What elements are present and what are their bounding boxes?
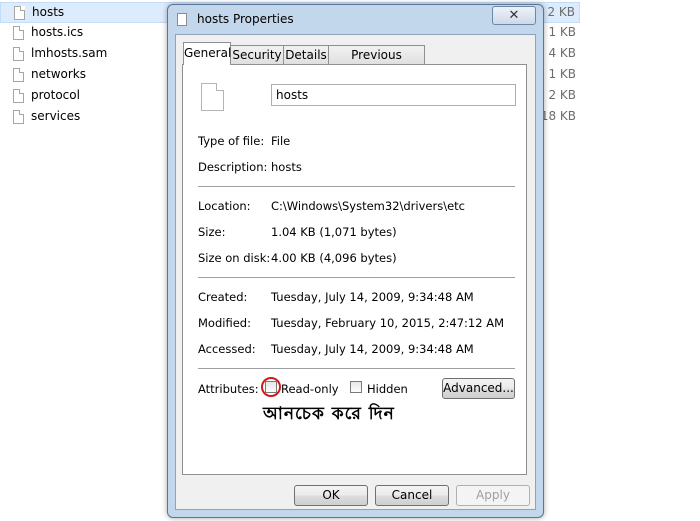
file-icon — [14, 6, 25, 20]
tab-security[interactable]: Security — [230, 45, 284, 64]
file-document-icon — [201, 83, 224, 111]
location-value: C:\Windows\System32\drivers\etc — [271, 199, 465, 213]
file-name: services — [31, 109, 81, 123]
file-size: 2 KB — [547, 5, 575, 19]
tab-previous-versions[interactable]: Previous Versions — [328, 45, 425, 80]
file-icon — [13, 110, 24, 124]
file-icon — [13, 26, 24, 40]
title-bar[interactable]: hosts Properties ✕ — [168, 5, 543, 33]
general-tab-panel: Type of file: File Description: hosts Lo… — [182, 64, 527, 475]
file-name-input[interactable] — [271, 84, 516, 106]
modified-value: Tuesday, February 10, 2015, 2:47:12 AM — [271, 316, 505, 330]
accessed-label: Accessed: — [198, 342, 256, 356]
file-icon — [13, 47, 24, 61]
close-icon: ✕ — [508, 8, 520, 23]
size-on-disk-value: 4.00 KB (4,096 bytes) — [271, 251, 397, 265]
divider — [198, 277, 515, 278]
divider — [198, 186, 515, 187]
file-size: 1 KB — [548, 67, 576, 81]
file-name: lmhosts.sam — [31, 46, 108, 60]
attributes-label: Attributes: — [198, 382, 259, 396]
hidden-checkbox[interactable] — [350, 381, 362, 393]
annotation-caption: আনচেক করে দিন — [263, 404, 395, 424]
size-label: Size: — [198, 225, 226, 239]
file-name: hosts — [32, 5, 65, 19]
file-size: 2 KB — [548, 88, 576, 102]
ok-button[interactable]: OK — [294, 485, 368, 506]
file-name: hosts.ics — [31, 25, 84, 39]
tab-general[interactable]: General — [183, 42, 231, 65]
document-icon — [177, 13, 187, 26]
type-label: Type of file: — [198, 134, 265, 148]
description-label: Description: — [198, 160, 268, 174]
hidden-label[interactable]: Hidden — [367, 382, 408, 396]
size-value: 1.04 KB (1,071 bytes) — [271, 225, 397, 239]
file-icon — [13, 68, 24, 82]
readonly-checkbox[interactable] — [265, 381, 277, 393]
readonly-label[interactable]: Read-only — [281, 382, 339, 396]
created-value: Tuesday, July 14, 2009, 9:34:48 AM — [271, 290, 474, 304]
location-label: Location: — [198, 199, 251, 213]
type-value: File — [271, 134, 291, 148]
modified-label: Modified: — [198, 316, 251, 330]
file-name: protocol — [31, 88, 80, 102]
dialog-title: hosts Properties — [197, 12, 294, 26]
file-icon — [13, 89, 24, 103]
file-name: networks — [31, 67, 86, 81]
size-on-disk-label: Size on disk: — [198, 251, 271, 265]
created-label: Created: — [198, 290, 248, 304]
tab-details[interactable]: Details — [283, 45, 329, 64]
apply-button[interactable]: Apply — [456, 485, 530, 506]
cancel-button[interactable]: Cancel — [375, 485, 449, 506]
divider — [198, 368, 515, 369]
properties-dialog: hosts Properties ✕ General Security Deta… — [167, 4, 544, 518]
file-size: 4 KB — [548, 46, 576, 60]
advanced-button[interactable]: Advanced... — [442, 378, 515, 399]
file-size: 1 KB — [548, 25, 576, 39]
file-size: 18 KB — [540, 109, 576, 123]
dialog-client-area: General Security Details Previous Versio… — [175, 34, 536, 510]
close-button[interactable]: ✕ — [492, 6, 536, 25]
accessed-value: Tuesday, July 14, 2009, 9:34:48 AM — [271, 342, 474, 356]
description-value: hosts — [271, 160, 302, 174]
